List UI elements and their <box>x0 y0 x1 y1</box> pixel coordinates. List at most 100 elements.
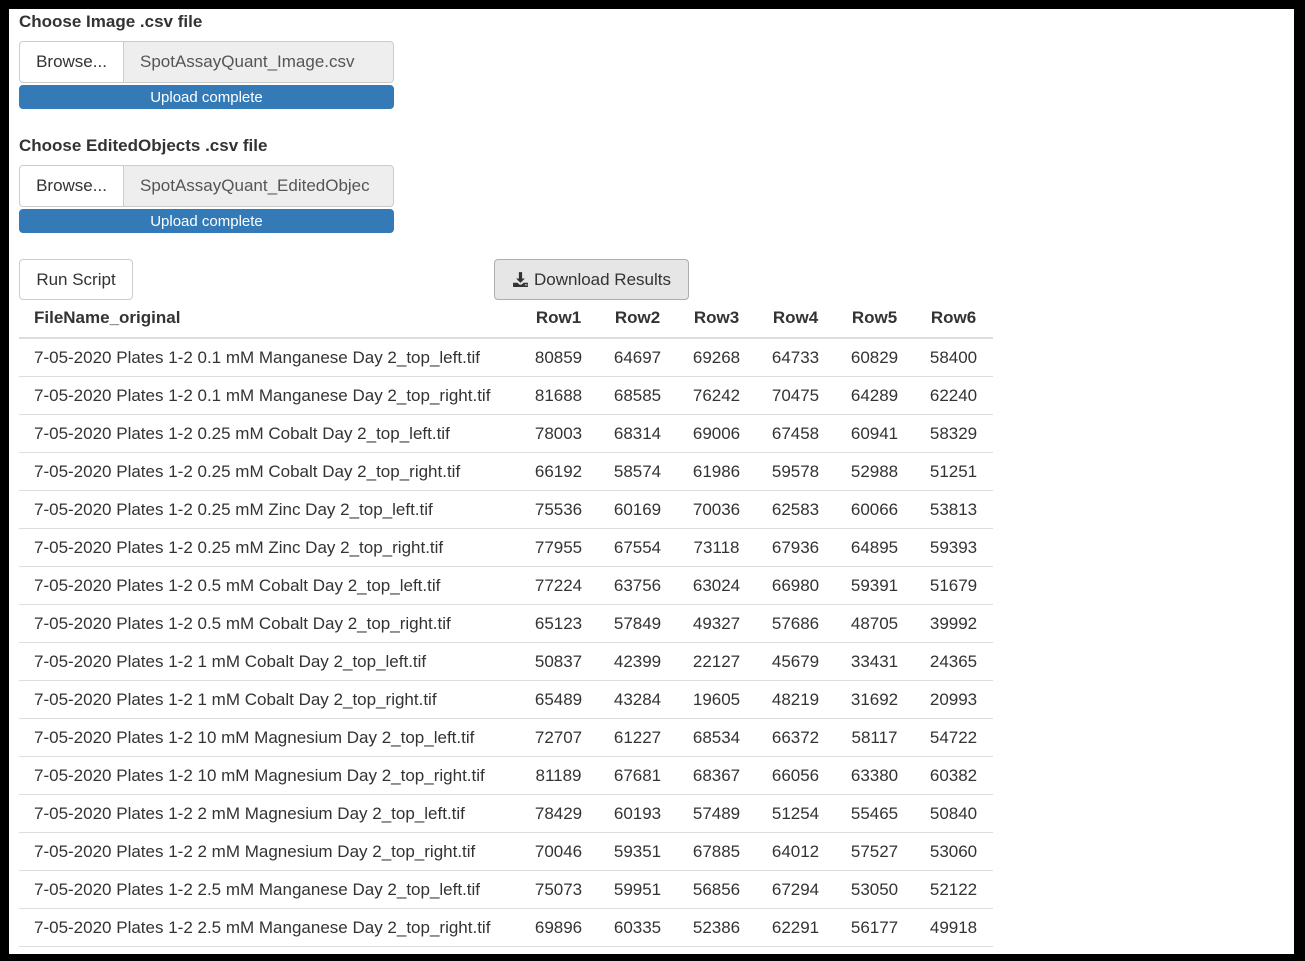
table-cell-row1: 72707 <box>519 718 598 757</box>
objects-file-name[interactable]: SpotAssayQuant_EditedObjec <box>124 165 394 207</box>
table-cell-row5: 33431 <box>835 642 914 681</box>
table-cell-row4: 67294 <box>756 870 835 909</box>
table-cell-filename: 7-05-2020 Plates 1-2 0.5 mM Cobalt Day 2… <box>19 604 519 643</box>
table-cell-row5: 60941 <box>835 414 914 453</box>
image-upload-section: Choose Image .csv file Browse... SpotAss… <box>19 11 394 109</box>
table-cell-row4: 66372 <box>756 718 835 757</box>
table-cell-filename: 7-05-2020 Plates 1-2 0.25 mM Zinc Day 2_… <box>19 528 519 567</box>
column-header-row6: Row6 <box>914 299 993 339</box>
table-cell-row3: 22127 <box>677 642 756 681</box>
table-cell-filename: 7-05-2020 Plates 1-2 0.25 mM Cobalt Day … <box>19 414 519 453</box>
download-results-label: Download Results <box>533 269 671 289</box>
table-row: 7-05-2020 Plates 1-2 0.1 mM Manganese Da… <box>19 338 993 377</box>
table-cell-row4: 62291 <box>756 908 835 947</box>
table-cell-filename: 7-05-2020 Plates 1-2 2.5 mM Manganese Da… <box>19 870 519 909</box>
table-cell-row1: 77955 <box>519 528 598 567</box>
table-cell-row2: 67554 <box>598 528 677 567</box>
table-cell-row1: 78429 <box>519 794 598 833</box>
table-cell-row6: 53060 <box>914 832 993 871</box>
table-cell-row1: 80859 <box>519 338 598 377</box>
table-cell-row6: 20993 <box>914 680 993 719</box>
table-cell-row2: 59951 <box>598 870 677 909</box>
table-cell-row2: 60169 <box>598 490 677 529</box>
table-cell-row6: 62240 <box>914 376 993 415</box>
table-cell-row6: 50840 <box>914 794 993 833</box>
table-cell-row5: 58117 <box>835 718 914 757</box>
table-cell-row3: 73118 <box>677 528 756 567</box>
table-cell-filename: 7-05-2020 Plates 1-2 10 mM Magnesium Day… <box>19 756 519 795</box>
table-cell-row3: 68367 <box>677 756 756 795</box>
table-cell-row5: 57527 <box>835 832 914 871</box>
table-row: 7-05-2020 Plates 1-2 0.25 mM Zinc Day 2_… <box>19 490 993 529</box>
table-cell-row1: 65123 <box>519 604 598 643</box>
image-file-name[interactable]: SpotAssayQuant_Image.csv <box>124 41 394 83</box>
table-cell-filename: 7-05-2020 Plates 1-2 2.5 mM Manganese Da… <box>19 908 519 947</box>
table-cell-filename: 7-05-2020 Plates 1-2 2 mM Magnesium Day … <box>19 832 519 871</box>
results-table: FileName_original Row1 Row2 Row3 Row4 Ro… <box>19 299 993 947</box>
table-cell-row4: 66980 <box>756 566 835 605</box>
table-cell-row5: 55465 <box>835 794 914 833</box>
table-cell-row2: 42399 <box>598 642 677 681</box>
image-upload-progress: Upload complete <box>19 85 394 109</box>
table-cell-row5: 31692 <box>835 680 914 719</box>
table-cell-row3: 49327 <box>677 604 756 643</box>
table-cell-row3: 57489 <box>677 794 756 833</box>
table-cell-row6: 58329 <box>914 414 993 453</box>
download-results-button[interactable]: Download Results <box>494 259 689 300</box>
table-cell-row2: 61227 <box>598 718 677 757</box>
table-cell-row2: 67681 <box>598 756 677 795</box>
table-cell-row4: 59578 <box>756 452 835 491</box>
image-browse-button[interactable]: Browse... <box>19 41 124 83</box>
table-cell-row3: 19605 <box>677 680 756 719</box>
table-cell-filename: 7-05-2020 Plates 1-2 1 mM Cobalt Day 2_t… <box>19 680 519 719</box>
column-header-row2: Row2 <box>598 299 677 339</box>
table-row: 7-05-2020 Plates 1-2 0.5 mM Cobalt Day 2… <box>19 604 993 643</box>
table-cell-row4: 64012 <box>756 832 835 871</box>
column-header-filename: FileName_original <box>19 299 519 339</box>
table-cell-row3: 76242 <box>677 376 756 415</box>
column-header-row4: Row4 <box>756 299 835 339</box>
table-cell-row4: 62583 <box>756 490 835 529</box>
table-cell-filename: 7-05-2020 Plates 1-2 0.25 mM Cobalt Day … <box>19 452 519 491</box>
table-cell-row1: 75536 <box>519 490 598 529</box>
table-cell-row1: 78003 <box>519 414 598 453</box>
table-cell-row4: 57686 <box>756 604 835 643</box>
table-cell-row6: 58400 <box>914 338 993 377</box>
table-row: 7-05-2020 Plates 1-2 10 mM Magnesium Day… <box>19 756 993 795</box>
objects-file-input[interactable]: Browse... SpotAssayQuant_EditedObjec <box>19 165 394 207</box>
app-window: Choose Image .csv file Browse... SpotAss… <box>9 9 1294 954</box>
download-icon <box>513 272 528 287</box>
table-cell-row5: 60829 <box>835 338 914 377</box>
table-cell-row6: 60382 <box>914 756 993 795</box>
table-cell-row6: 52122 <box>914 870 993 909</box>
table-cell-row2: 59351 <box>598 832 677 871</box>
run-script-button[interactable]: Run Script <box>19 259 133 300</box>
table-cell-row5: 52988 <box>835 452 914 491</box>
table-row: 7-05-2020 Plates 1-2 0.25 mM Cobalt Day … <box>19 452 993 491</box>
table-cell-row5: 60066 <box>835 490 914 529</box>
table-cell-filename: 7-05-2020 Plates 1-2 1 mM Cobalt Day 2_t… <box>19 642 519 681</box>
table-cell-row3: 70036 <box>677 490 756 529</box>
table-cell-filename: 7-05-2020 Plates 1-2 0.1 mM Manganese Da… <box>19 338 519 377</box>
table-cell-row2: 68314 <box>598 414 677 453</box>
objects-browse-button[interactable]: Browse... <box>19 165 124 207</box>
table-cell-row2: 60193 <box>598 794 677 833</box>
table-row: 7-05-2020 Plates 1-2 1 mM Cobalt Day 2_t… <box>19 680 993 719</box>
table-cell-row2: 68585 <box>598 376 677 415</box>
image-file-input[interactable]: Browse... SpotAssayQuant_Image.csv <box>19 41 394 83</box>
table-cell-row6: 51679 <box>914 566 993 605</box>
table-cell-row2: 57849 <box>598 604 677 643</box>
column-header-row5: Row5 <box>835 299 914 339</box>
table-row: 7-05-2020 Plates 1-2 0.1 mM Manganese Da… <box>19 376 993 415</box>
table-row: 7-05-2020 Plates 1-2 0.5 mM Cobalt Day 2… <box>19 566 993 605</box>
table-cell-row2: 60335 <box>598 908 677 947</box>
table-cell-filename: 7-05-2020 Plates 1-2 10 mM Magnesium Day… <box>19 718 519 757</box>
table-cell-row5: 64895 <box>835 528 914 567</box>
table-cell-row3: 67885 <box>677 832 756 871</box>
table-cell-filename: 7-05-2020 Plates 1-2 0.25 mM Zinc Day 2_… <box>19 490 519 529</box>
table-cell-row6: 53813 <box>914 490 993 529</box>
table-cell-row4: 48219 <box>756 680 835 719</box>
table-cell-row2: 58574 <box>598 452 677 491</box>
table-row: 7-05-2020 Plates 1-2 0.25 mM Zinc Day 2_… <box>19 528 993 567</box>
table-cell-row6: 49918 <box>914 908 993 947</box>
